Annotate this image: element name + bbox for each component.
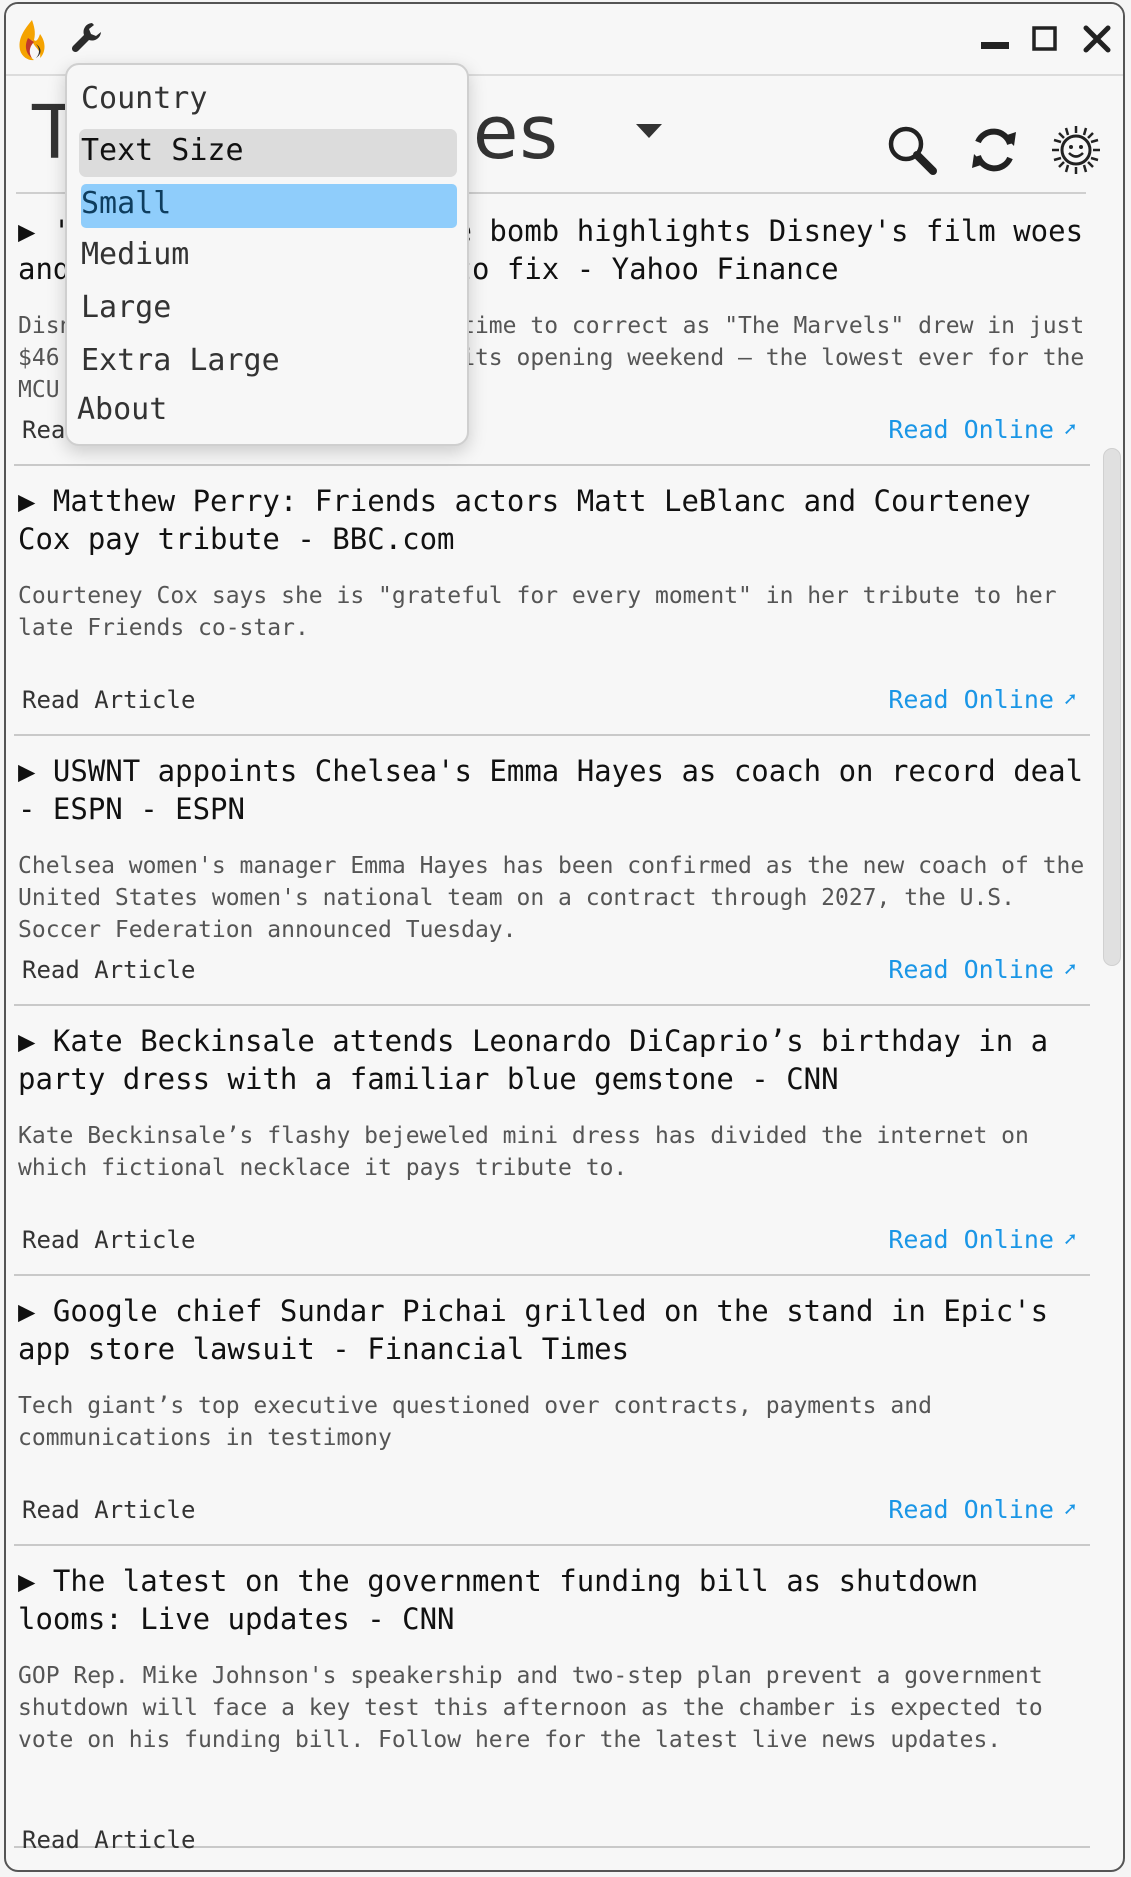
app-flame-logo-icon bbox=[19, 20, 45, 61]
read-online-label: Read Online bbox=[888, 415, 1054, 444]
article-headline[interactable]: ▶ The latest on the government funding b… bbox=[18, 1562, 1088, 1638]
wrench-icon[interactable] bbox=[70, 20, 106, 56]
article-card: ▶ The latest on the government funding b… bbox=[14, 1546, 1090, 1854]
settings-menu: Country Text Size Small Medium Large Ext… bbox=[65, 63, 469, 446]
scrollbar[interactable] bbox=[1100, 208, 1122, 1868]
external-link-icon: ➚ bbox=[1063, 687, 1076, 711]
read-online-link[interactable]: Read Online ➚ bbox=[888, 1495, 1076, 1524]
menu-item-country[interactable]: Country bbox=[81, 81, 207, 116]
read-online-label: Read Online bbox=[888, 955, 1054, 984]
menu-item-medium[interactable]: Medium bbox=[81, 237, 189, 272]
read-online-label: Read Online bbox=[888, 1495, 1054, 1524]
article-headline[interactable]: ▶ Google chief Sundar Pichai grilled on … bbox=[18, 1292, 1088, 1368]
read-article-button[interactable]: Read Article bbox=[22, 1226, 195, 1254]
read-online-link[interactable]: Read Online ➚ bbox=[888, 955, 1076, 984]
article-summary: Tech giant’s top executive questioned ov… bbox=[18, 1393, 932, 1451]
menu-item-large[interactable]: Large bbox=[81, 290, 171, 325]
minimize-icon[interactable] bbox=[978, 22, 1012, 56]
read-online-label: Read Online bbox=[888, 685, 1054, 714]
read-online-link[interactable]: Read Online ➚ bbox=[888, 415, 1076, 444]
read-article-button[interactable]: Read Article bbox=[22, 686, 195, 714]
article-headline[interactable]: ▶ USWNT appoints Chelsea's Emma Hayes as… bbox=[18, 752, 1088, 828]
external-link-icon: ➚ bbox=[1063, 1227, 1076, 1251]
chevron-down-icon[interactable] bbox=[636, 124, 662, 138]
article-headline[interactable]: ▶ Kate Beckinsale attends Leonardo DiCap… bbox=[18, 1022, 1088, 1098]
read-online-link[interactable]: Read Online ➚ bbox=[888, 685, 1076, 714]
read-online-link[interactable]: Read Online ➚ bbox=[888, 1225, 1076, 1254]
external-link-icon: ➚ bbox=[1063, 1497, 1076, 1521]
app-window: Top Headlines bbox=[4, 2, 1125, 1872]
read-article-button[interactable]: Read Article bbox=[22, 1496, 195, 1524]
sun-face-icon[interactable] bbox=[1050, 124, 1102, 176]
article-headline[interactable]: ▶ Matthew Perry: Friends actors Matt LeB… bbox=[18, 482, 1088, 558]
external-link-icon: ➚ bbox=[1063, 417, 1076, 441]
menu-item-extra-large[interactable]: Extra Large bbox=[81, 343, 280, 378]
read-article-button[interactable]: Read Article bbox=[22, 956, 195, 984]
external-link-icon: ➚ bbox=[1063, 957, 1076, 981]
close-icon[interactable] bbox=[1080, 22, 1114, 56]
menu-item-about[interactable]: About bbox=[77, 392, 167, 427]
read-article-button[interactable]: Read Article bbox=[22, 1826, 195, 1854]
article-card: ▶ USWNT appoints Chelsea's Emma Hayes as… bbox=[14, 736, 1090, 1006]
maximize-icon[interactable] bbox=[1028, 22, 1062, 56]
refresh-icon[interactable] bbox=[968, 124, 1020, 176]
article-card: ▶ Kate Beckinsale attends Leonardo DiCap… bbox=[14, 1006, 1090, 1276]
article-summary: Courteney Cox says she is "grateful for … bbox=[18, 583, 1057, 641]
article-summary: Chelsea women's manager Emma Hayes has b… bbox=[18, 853, 1085, 943]
article-summary: GOP Rep. Mike Johnson's speakership and … bbox=[18, 1663, 1043, 1753]
menu-item-small[interactable]: Small bbox=[81, 186, 171, 221]
article-card: ▶ Google chief Sundar Pichai grilled on … bbox=[14, 1276, 1090, 1546]
read-online-label: Read Online bbox=[888, 1225, 1054, 1254]
article-feed[interactable]: ▶ 'The Marvels' box office bomb highligh… bbox=[14, 196, 1094, 1870]
scrollbar-thumb[interactable] bbox=[1103, 448, 1121, 966]
article-summary: Kate Beckinsale’s flashy bejeweled mini … bbox=[18, 1123, 1029, 1181]
search-icon[interactable] bbox=[886, 124, 938, 176]
menu-item-text-size[interactable]: Text Size bbox=[81, 133, 244, 168]
article-card: ▶ Matthew Perry: Friends actors Matt LeB… bbox=[14, 466, 1090, 736]
